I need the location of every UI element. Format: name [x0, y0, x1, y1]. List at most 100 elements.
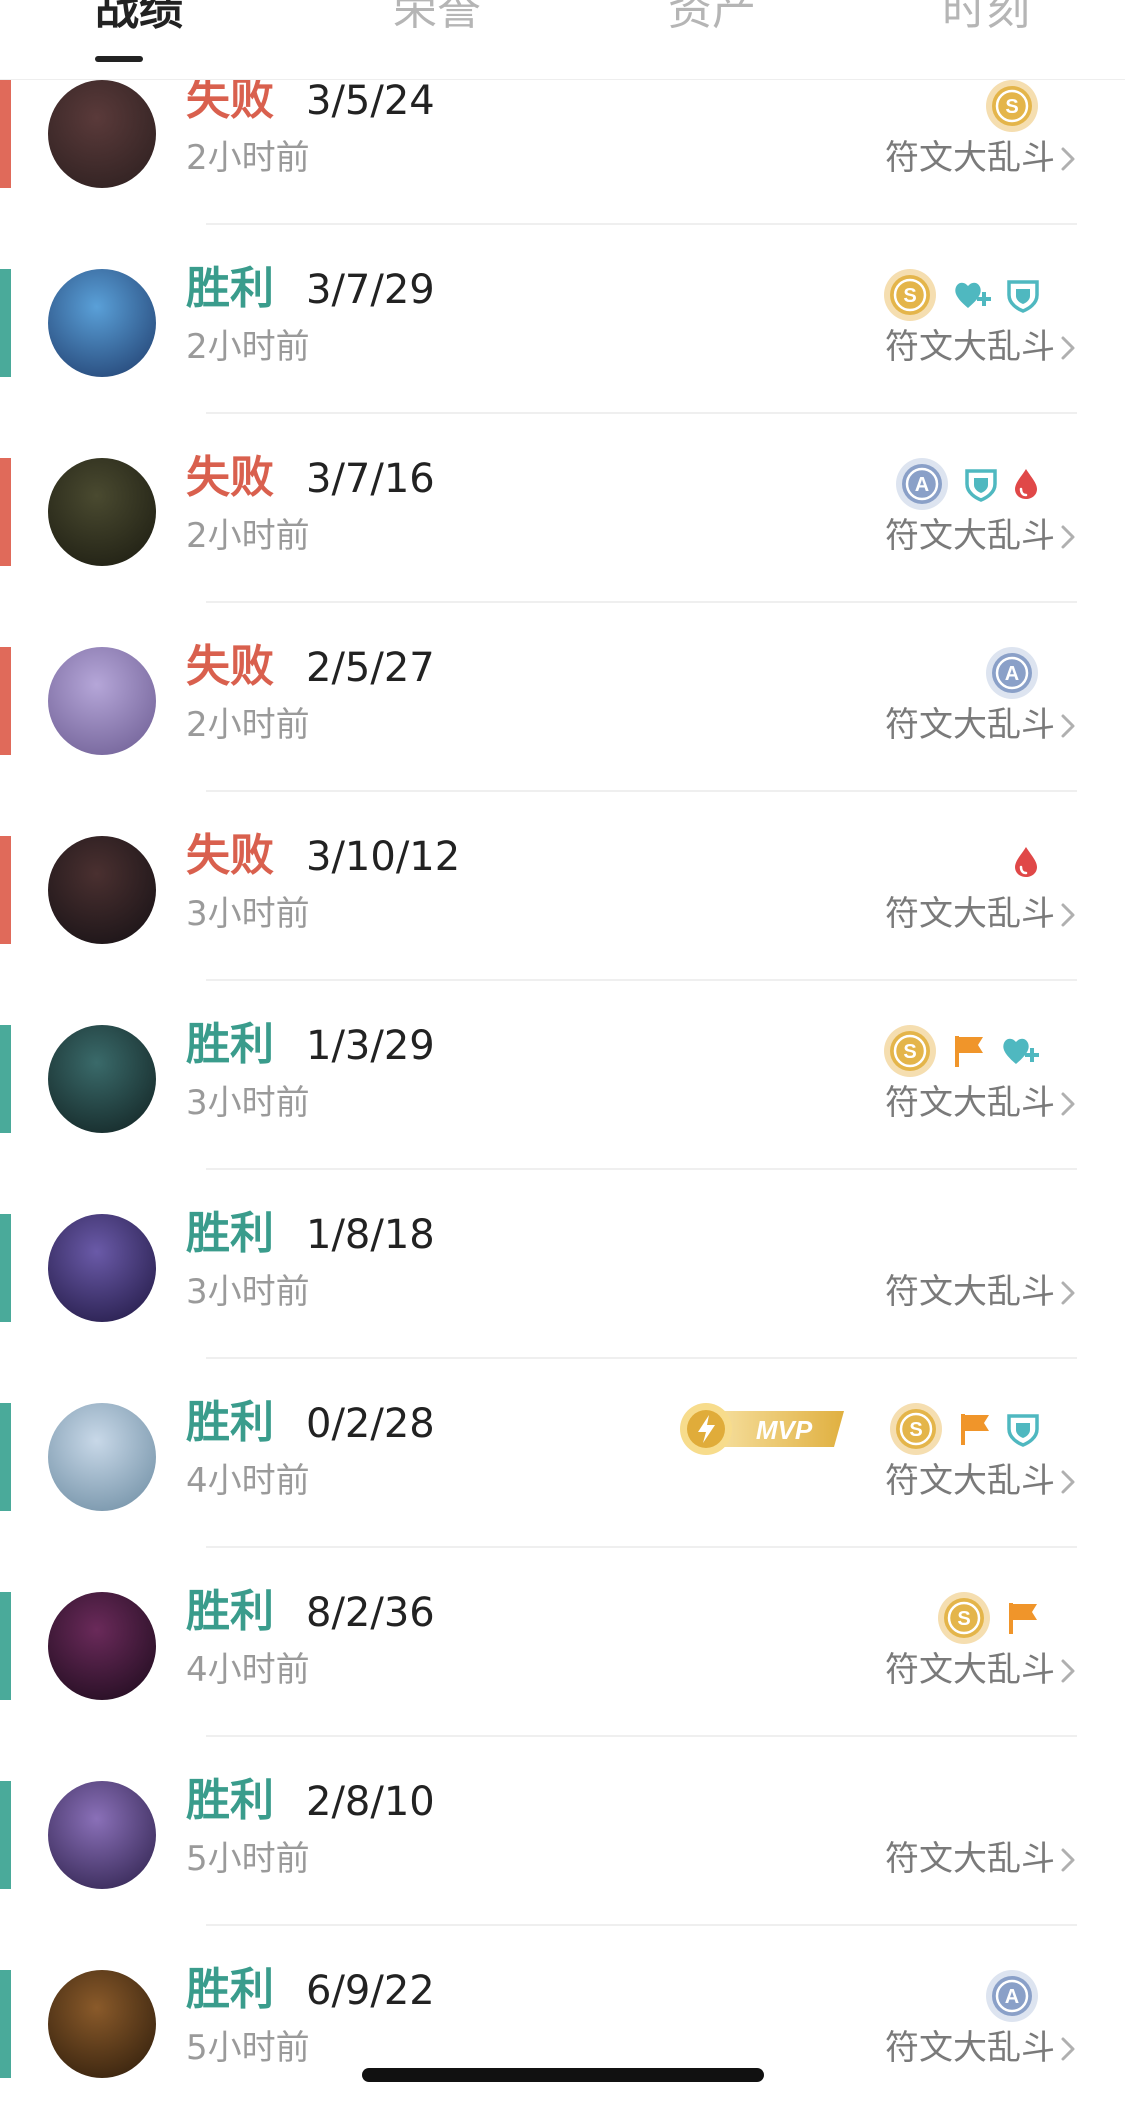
kda-score: 2/5/27 — [306, 645, 435, 691]
match-row[interactable]: 胜利 3/7/29 2小时前 符文大乱斗 S — [0, 263, 1125, 458]
match-time: 2小时前 — [186, 705, 310, 745]
match-result: 失败 — [186, 452, 274, 503]
kda-score: 1/3/29 — [306, 1023, 435, 1069]
champion-avatar — [48, 1403, 156, 1511]
flag-icon — [1006, 1600, 1040, 1636]
shield-icon — [1006, 277, 1040, 313]
champion-avatar — [48, 1214, 156, 1322]
medal-letter: S — [909, 1419, 922, 1441]
match-row[interactable]: 胜利 1/8/18 3小时前 符文大乱斗 — [0, 1208, 1125, 1403]
a-medal-icon: A — [894, 456, 950, 512]
row-divider — [206, 1168, 1077, 1170]
heart-plus-icon — [1000, 1034, 1040, 1068]
champion-avatar — [48, 1592, 156, 1700]
match-row[interactable]: 胜利 0/2/28 4小时前 符文大乱斗 S MVP — [0, 1397, 1125, 1592]
result-indicator-bar — [0, 836, 11, 944]
tab-assets[interactable]: 资产 — [668, 0, 756, 40]
match-row[interactable]: 失败 3/10/12 3小时前 符文大乱斗 — [0, 830, 1125, 1025]
mvp-icon: MVP — [676, 1401, 846, 1457]
chevron-right-icon[interactable] — [1055, 2034, 1081, 2064]
row-divider — [206, 979, 1077, 981]
s-medal-icon: S — [882, 1023, 938, 1079]
result-indicator-bar — [0, 1781, 11, 1889]
match-row[interactable]: 失败 2/5/27 2小时前 符文大乱斗 A — [0, 641, 1125, 836]
match-time: 3小时前 — [186, 894, 310, 934]
shield-icon — [1006, 1411, 1040, 1447]
game-mode: 符文大乱斗 — [885, 327, 1055, 367]
medal-letter: A — [915, 474, 929, 496]
champion-avatar — [48, 1025, 156, 1133]
shield-icon — [964, 466, 998, 502]
match-row[interactable]: 胜利 8/2/36 4小时前 符文大乱斗 S — [0, 1586, 1125, 1781]
row-divider — [206, 1357, 1077, 1359]
result-indicator-bar — [0, 458, 11, 566]
match-time: 5小时前 — [186, 2028, 310, 2068]
match-time: 2小时前 — [186, 327, 310, 367]
kda-score: 3/7/29 — [306, 267, 435, 313]
result-indicator-bar — [0, 1592, 11, 1700]
game-mode: 符文大乱斗 — [885, 1083, 1055, 1123]
result-indicator-bar — [0, 80, 11, 188]
kda-score: 2/8/10 — [306, 1779, 435, 1825]
heart-plus-icon — [952, 278, 992, 312]
match-row[interactable]: 失败 3/7/16 2小时前 符文大乱斗 A — [0, 452, 1125, 647]
match-row[interactable]: 胜利 6/9/22 5小时前 符文大乱斗 A — [0, 1964, 1125, 2108]
home-indicator — [362, 2068, 764, 2082]
game-mode: 符文大乱斗 — [885, 705, 1055, 745]
champion-avatar — [48, 1781, 156, 1889]
kda-score: 3/10/12 — [306, 834, 461, 880]
match-result: 失败 — [186, 74, 274, 125]
chevron-right-icon[interactable] — [1055, 522, 1081, 552]
kda-score: 1/8/18 — [306, 1212, 435, 1258]
match-result: 胜利 — [186, 1208, 274, 1259]
blood-drop-icon — [1012, 467, 1040, 501]
result-indicator-bar — [0, 1214, 11, 1322]
chevron-right-icon[interactable] — [1055, 1089, 1081, 1119]
match-row[interactable]: 失败 3/5/24 2小时前 符文大乱斗 S — [0, 74, 1125, 269]
chevron-right-icon[interactable] — [1055, 900, 1081, 930]
game-mode: 符文大乱斗 — [885, 1650, 1055, 1690]
mvp-label: MVP — [756, 1415, 813, 1445]
match-row[interactable]: 胜利 1/3/29 3小时前 符文大乱斗 S — [0, 1019, 1125, 1214]
chevron-right-icon[interactable] — [1055, 1656, 1081, 1686]
medal-letter: A — [1005, 663, 1019, 685]
s-medal-icon: S — [888, 1401, 944, 1457]
chevron-right-icon[interactable] — [1055, 1278, 1081, 1308]
chevron-right-icon[interactable] — [1055, 333, 1081, 363]
a-medal-icon: A — [984, 1968, 1040, 2024]
tab-moments[interactable]: 时刻 — [942, 0, 1030, 40]
match-time: 3小时前 — [186, 1272, 310, 1312]
blood-drop-icon — [1012, 845, 1040, 879]
game-mode: 符文大乱斗 — [885, 1839, 1055, 1879]
active-tab-indicator — [95, 56, 143, 62]
tab-honor[interactable]: 荣誉 — [393, 0, 481, 40]
row-divider — [206, 223, 1077, 225]
game-mode: 符文大乱斗 — [885, 1272, 1055, 1312]
match-result: 胜利 — [186, 263, 274, 314]
result-indicator-bar — [0, 1970, 11, 2078]
row-divider — [206, 790, 1077, 792]
champion-avatar — [48, 1970, 156, 2078]
medal-letter: S — [957, 1608, 970, 1630]
match-time: 4小时前 — [186, 1650, 310, 1690]
chevron-right-icon[interactable] — [1055, 1467, 1081, 1497]
kda-score: 3/7/16 — [306, 456, 435, 502]
match-result: 胜利 — [186, 1019, 274, 1070]
match-row[interactable]: 胜利 2/8/10 5小时前 符文大乱斗 — [0, 1775, 1125, 1970]
medal-letter: A — [1005, 1986, 1019, 2008]
chevron-right-icon[interactable] — [1055, 1845, 1081, 1875]
row-divider — [206, 1735, 1077, 1737]
tab-bar: 战绩 荣誉 资产 时刻 — [0, 0, 1125, 80]
game-mode: 符文大乱斗 — [885, 1461, 1055, 1501]
tab-record[interactable]: 战绩 — [95, 0, 183, 40]
champion-avatar — [48, 80, 156, 188]
champion-avatar — [48, 458, 156, 566]
match-time: 2小时前 — [186, 138, 310, 178]
chevron-right-icon[interactable] — [1055, 144, 1081, 174]
chevron-right-icon[interactable] — [1055, 711, 1081, 741]
flag-icon — [952, 1033, 986, 1069]
match-result: 失败 — [186, 641, 274, 692]
game-mode: 符文大乱斗 — [885, 138, 1055, 178]
kda-score: 3/5/24 — [306, 78, 435, 124]
kda-score: 8/2/36 — [306, 1590, 435, 1636]
